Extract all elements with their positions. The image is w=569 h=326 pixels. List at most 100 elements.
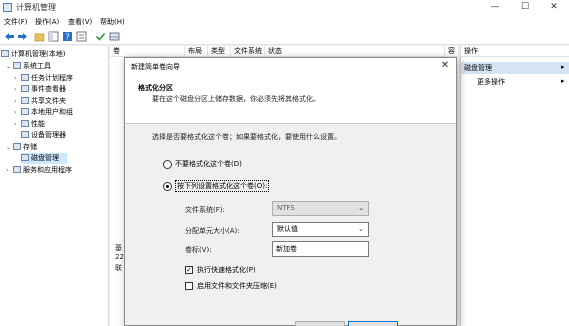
disk-label: 基: [115, 244, 122, 252]
collapse-arrow-icon[interactable]: ›: [14, 119, 21, 130]
back-button[interactable]: [295, 321, 345, 326]
dialog-titlebar: 新建简单卷向导 ✕: [125, 58, 456, 75]
radio-no-format[interactable]: 不要格式化这个卷(D): [163, 159, 242, 169]
up-folder-icon[interactable]: [34, 31, 45, 42]
tree-node-label: 系统工具: [23, 62, 51, 70]
alloc-unit-value: 默认值: [277, 225, 298, 233]
checkbox-unchecked[interactable]: [185, 282, 193, 290]
column-header-volume[interactable]: 卷: [110, 46, 185, 57]
event-log-icon: [21, 85, 29, 92]
toolbar: ?: [0, 28, 569, 45]
compression-label: 启用文件和文件夹压缩(E): [197, 282, 277, 290]
tree-node-label: 事件查看器: [31, 85, 66, 93]
expand-arrow-icon[interactable]: ⌄: [6, 61, 13, 72]
volume-label-input[interactable]: 新加卷: [272, 241, 369, 257]
column-header-type[interactable]: 类型: [208, 46, 231, 57]
next-button[interactable]: [348, 321, 398, 326]
file-system-value: NTFS: [277, 204, 295, 212]
file-system-select[interactable]: NTFS ⌄: [272, 201, 369, 216]
show-hide-tree-icon[interactable]: [48, 31, 59, 42]
tree-node-storage[interactable]: ⌄ 存储: [6, 142, 37, 153]
tree-node-task-scheduler[interactable]: › 任务计划程序: [14, 73, 73, 84]
menu-file[interactable]: 文件(F): [4, 17, 28, 27]
tree-node-event-viewer[interactable]: › 事件查看器: [14, 84, 66, 95]
storage-icon: [13, 143, 21, 150]
collapse-arrow-icon[interactable]: ›: [14, 73, 21, 84]
window-titlebar: 计算机管理 — ☐ ✕: [0, 0, 569, 15]
alloc-unit-select[interactable]: 默认值 ⌄: [272, 222, 369, 237]
quick-format-label: 执行快速格式化(P): [197, 266, 256, 274]
collapse-arrow-icon[interactable]: ›: [14, 96, 21, 107]
disk-management-icon: [21, 154, 29, 161]
chevron-down-icon: ⌄: [358, 204, 364, 212]
dialog-heading: 格式化分区: [138, 84, 173, 92]
checkbox-checked[interactable]: ✓: [185, 266, 193, 274]
tree-node-local-users[interactable]: › 本地用户和组: [14, 107, 73, 118]
tree-node-root[interactable]: 计算机管理(本地): [1, 49, 65, 60]
radio-format[interactable]: 按下列设置格式化这个卷(O):: [163, 180, 270, 192]
tree-node-shared-folders[interactable]: › 共享文件夹: [14, 96, 66, 107]
device-manager-icon: [21, 131, 29, 138]
column-header-filesystem[interactable]: 文件系统: [231, 46, 265, 57]
computer-management-icon: [3, 3, 12, 12]
tree-node-label: 性能: [31, 120, 45, 128]
forward-icon[interactable]: [17, 31, 28, 42]
tree-node-system-tools[interactable]: ⌄ 系统工具: [6, 61, 51, 72]
new-simple-volume-wizard: 新建简单卷向导 ✕ 格式化分区 要在这个磁盘分区上储存数据，你必须先将其格式化。…: [124, 57, 457, 326]
collapse-arrow-icon[interactable]: ›: [14, 84, 21, 95]
radio-button[interactable]: [163, 159, 172, 169]
radio-button-selected[interactable]: [163, 181, 172, 191]
tree-node-label: 存储: [23, 143, 37, 151]
section-collapse-icon[interactable]: ▸: [561, 63, 565, 71]
tree-node-disk-management[interactable]: 磁盘管理: [21, 153, 67, 164]
compression-checkbox[interactable]: 启用文件和文件夹压缩(E): [185, 281, 277, 291]
tree-node-performance[interactable]: › 性能: [14, 119, 45, 130]
quick-format-checkbox[interactable]: ✓ 执行快速格式化(P): [185, 265, 256, 275]
disk-icon[interactable]: [109, 31, 120, 42]
actions-pane: 操作 磁盘管理 ▸ 更多操作 ▸: [460, 46, 569, 326]
more-actions-link[interactable]: 更多操作: [477, 77, 505, 87]
dialog-close-button[interactable]: ✕: [438, 59, 452, 73]
collapse-arrow-icon[interactable]: ›: [6, 165, 13, 176]
expand-arrow-icon[interactable]: ⌄: [6, 142, 13, 153]
tree-node-label: 磁盘管理: [31, 154, 59, 162]
maximize-button[interactable]: ☐: [510, 0, 540, 15]
minimize-button[interactable]: —: [480, 0, 510, 15]
actions-section-disk-management[interactable]: 磁盘管理: [461, 62, 569, 74]
volume-label-value: 新加卷: [276, 245, 297, 253]
column-header-layout[interactable]: 布局: [185, 46, 208, 57]
tools-icon: [13, 62, 21, 69]
disk-size: 22: [115, 253, 124, 261]
tree-node-label: 本地用户和组: [31, 108, 73, 116]
properties-icon[interactable]: [76, 31, 87, 42]
menu-help[interactable]: 帮助(H): [100, 17, 125, 27]
dialog-body: 选择是否要格式化这个卷；如果要格式化，要使用什么设置。 不要格式化这个卷(D) …: [125, 124, 456, 326]
menu-bar: 文件(F) 操作(A) 查看(V) 帮助(H): [0, 15, 569, 28]
dialog-title: 新建简单卷向导: [131, 63, 180, 71]
menu-action[interactable]: 操作(A): [35, 17, 59, 27]
close-button[interactable]: ✕: [539, 0, 569, 15]
actions-header: 操作: [461, 46, 569, 57]
menu-view[interactable]: 查看(V): [68, 17, 92, 27]
help-icon[interactable]: ?: [62, 31, 73, 42]
tree-node-services-apps[interactable]: › 服务和应用程序: [6, 165, 72, 176]
tree-node-label: 任务计划程序: [31, 74, 73, 82]
format-prompt: 选择是否要格式化这个卷；如果要格式化，要使用什么设置。: [152, 133, 341, 141]
actions-section-label: 磁盘管理: [464, 64, 492, 72]
column-header-capacity[interactable]: 容: [445, 46, 459, 57]
tree-node-label: 设备管理器: [31, 131, 66, 139]
check-icon[interactable]: [95, 31, 106, 42]
dialog-subheading: 要在这个磁盘分区上储存数据，你必须先将其格式化。: [152, 95, 320, 103]
performance-icon: [21, 120, 29, 127]
collapse-arrow-icon[interactable]: ›: [14, 107, 21, 118]
clock-icon: [21, 74, 29, 81]
tree-node-device-manager[interactable]: 设备管理器: [21, 130, 66, 141]
volume-label-label: 卷标(V):: [185, 246, 212, 254]
alloc-unit-label: 分配单元大小(A):: [185, 227, 240, 235]
dialog-header: 格式化分区 要在这个磁盘分区上储存数据，你必须先将其格式化。: [125, 75, 456, 124]
back-icon[interactable]: [4, 31, 15, 42]
radio-label: 不要格式化这个卷(D): [175, 160, 242, 168]
submenu-arrow-icon: ▸: [561, 77, 565, 85]
file-system-label: 文件系统(F):: [185, 206, 225, 214]
column-header-status[interactable]: 状态: [265, 46, 445, 57]
